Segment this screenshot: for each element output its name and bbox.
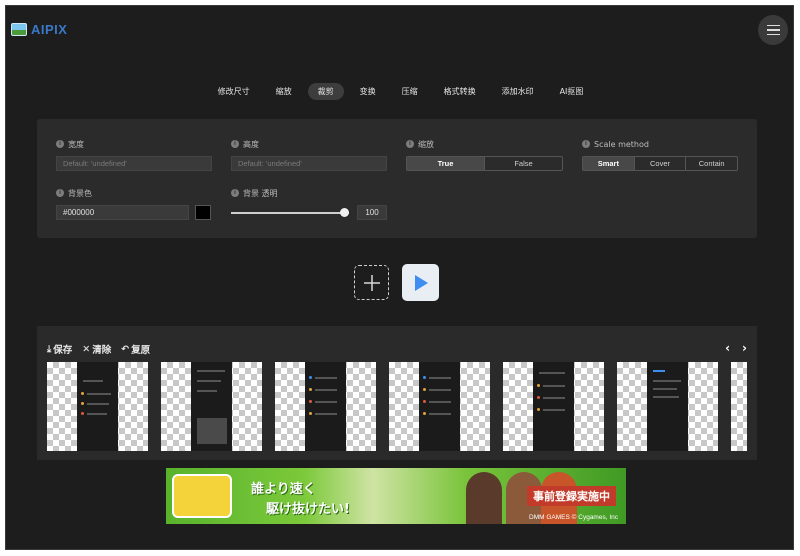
scale-method-label: Scale method xyxy=(594,139,649,149)
clear-button[interactable]: ✕ 清除 xyxy=(82,342,111,357)
menu-icon-line xyxy=(766,33,780,36)
tab-compress[interactable]: 压缩 xyxy=(392,83,428,100)
banner-headline-2: 駆け抜けたい! xyxy=(266,502,350,517)
info-icon[interactable]: i xyxy=(56,189,64,197)
screenshot-preview xyxy=(533,362,574,451)
thumbnail[interactable] xyxy=(389,362,490,451)
bg-opacity-slider[interactable] xyxy=(231,205,349,220)
info-icon[interactable]: i xyxy=(231,189,239,197)
settings-panel: i 宽度 Default: 'undefined' i 高度 Default: 'u… xyxy=(37,119,757,238)
thumbnail[interactable] xyxy=(503,362,604,451)
info-icon[interactable]: i xyxy=(406,140,414,148)
bg-color-field: i 背景色 #000000 xyxy=(56,187,216,220)
info-icon[interactable]: i xyxy=(56,140,64,148)
height-field: i 高度 Default: 'undefined' xyxy=(231,138,387,171)
scale-field: i 缩放 True False xyxy=(406,138,563,171)
download-icon: ⤓ xyxy=(47,343,52,355)
bg-color-swatch[interactable] xyxy=(195,205,211,220)
scale-toggle: True False xyxy=(406,156,563,171)
scale-option-true[interactable]: True xyxy=(407,157,484,170)
game-logo xyxy=(172,474,232,518)
add-image-button[interactable] xyxy=(354,265,389,300)
bg-color-input[interactable]: #000000 xyxy=(56,205,189,220)
bg-opacity-field: i 背景 透明 100 xyxy=(231,187,401,220)
thumbnail[interactable] xyxy=(275,362,376,451)
menu-icon-line xyxy=(766,24,780,27)
result-gallery: ⤓ 保存 ✕ 清除 ↶ 复原 ‹ › xyxy=(37,326,757,460)
scale-method-option-contain[interactable]: Contain xyxy=(685,157,737,170)
height-label: 高度 xyxy=(243,139,259,149)
height-input[interactable]: Default: 'undefined' xyxy=(231,156,387,171)
tab-resize[interactable]: 修改尺寸 xyxy=(208,83,260,100)
tool-tabs: 修改尺寸 縮放 裁剪 变换 压缩 格式转换 添加水印 AI抠图 xyxy=(6,83,793,100)
image-icon xyxy=(11,23,27,36)
scale-method-option-cover[interactable]: Cover xyxy=(633,157,686,170)
thumbnail[interactable] xyxy=(47,362,148,451)
width-field: i 宽度 Default: 'undefined' xyxy=(56,138,212,171)
scale-method-toggle: Smart Cover Contain xyxy=(582,156,738,171)
app-window: AIPIX 修改尺寸 縮放 裁剪 变换 压缩 格式转换 添加水印 AI抠图 i宽… xyxy=(5,5,794,550)
tab-transform[interactable]: 变换 xyxy=(350,83,386,100)
character-illustration xyxy=(466,472,502,524)
play-icon xyxy=(414,274,428,291)
chevron-left-icon[interactable]: ‹ xyxy=(725,341,730,355)
close-icon: ✕ xyxy=(82,343,91,355)
app-title: AIPIX xyxy=(31,22,68,37)
tab-format-convert[interactable]: 格式转换 xyxy=(434,83,486,100)
screenshot-preview xyxy=(305,362,346,451)
info-icon[interactable]: i xyxy=(231,140,239,148)
thumbnail[interactable] xyxy=(617,362,718,451)
app-logo[interactable]: AIPIX xyxy=(11,22,67,37)
scale-method-field: i Scale method Smart Cover Contain xyxy=(582,138,738,171)
chevron-right-icon[interactable]: › xyxy=(742,341,747,355)
advertisement-banner[interactable]: 誰より速く 駆け抜けたい! 事前登録実施中 DMM GAMES © Cygame… xyxy=(166,468,626,524)
bg-color-label: 背景色 xyxy=(68,188,92,198)
tab-watermark[interactable]: 添加水印 xyxy=(492,83,544,100)
slider-track xyxy=(231,212,349,214)
bg-opacity-label: 背景 透明 xyxy=(243,188,278,198)
banner-footer: DMM GAMES © Cygames, Inc xyxy=(529,514,618,521)
restore-button[interactable]: ↶ 复原 xyxy=(121,342,150,357)
thumbnail[interactable] xyxy=(161,362,262,451)
banner-cta: 事前登録実施中 xyxy=(527,486,616,506)
plus-icon xyxy=(363,274,380,291)
width-input[interactable]: Default: 'undefined' xyxy=(56,156,212,171)
slider-thumb[interactable] xyxy=(340,208,349,217)
width-label: 宽度 xyxy=(68,139,84,149)
screenshot-preview xyxy=(77,362,118,451)
tab-crop[interactable]: 裁剪 xyxy=(307,83,344,100)
screenshot-preview xyxy=(191,362,232,451)
bg-opacity-value[interactable]: 100 xyxy=(357,205,387,220)
tab-ai-cutout[interactable]: AI抠图 xyxy=(550,83,594,100)
thumbnail[interactable] xyxy=(731,362,747,451)
scale-label: 缩放 xyxy=(418,139,434,149)
save-button[interactable]: ⤓ 保存 xyxy=(47,342,72,357)
info-icon[interactable]: i xyxy=(582,140,590,148)
hamburger-menu-button[interactable] xyxy=(758,15,788,45)
run-button[interactable] xyxy=(402,264,439,301)
menu-icon-line xyxy=(766,29,780,31)
thumbnail-strip xyxy=(47,362,747,451)
banner-headline-1: 誰より速く xyxy=(251,482,316,497)
undo-icon: ↶ xyxy=(121,343,130,355)
screenshot-preview xyxy=(419,362,460,451)
tab-scale[interactable]: 縮放 xyxy=(266,83,302,100)
screenshot-preview xyxy=(647,362,688,451)
scale-method-option-smart[interactable]: Smart xyxy=(583,157,634,170)
scale-option-false[interactable]: False xyxy=(484,157,562,170)
